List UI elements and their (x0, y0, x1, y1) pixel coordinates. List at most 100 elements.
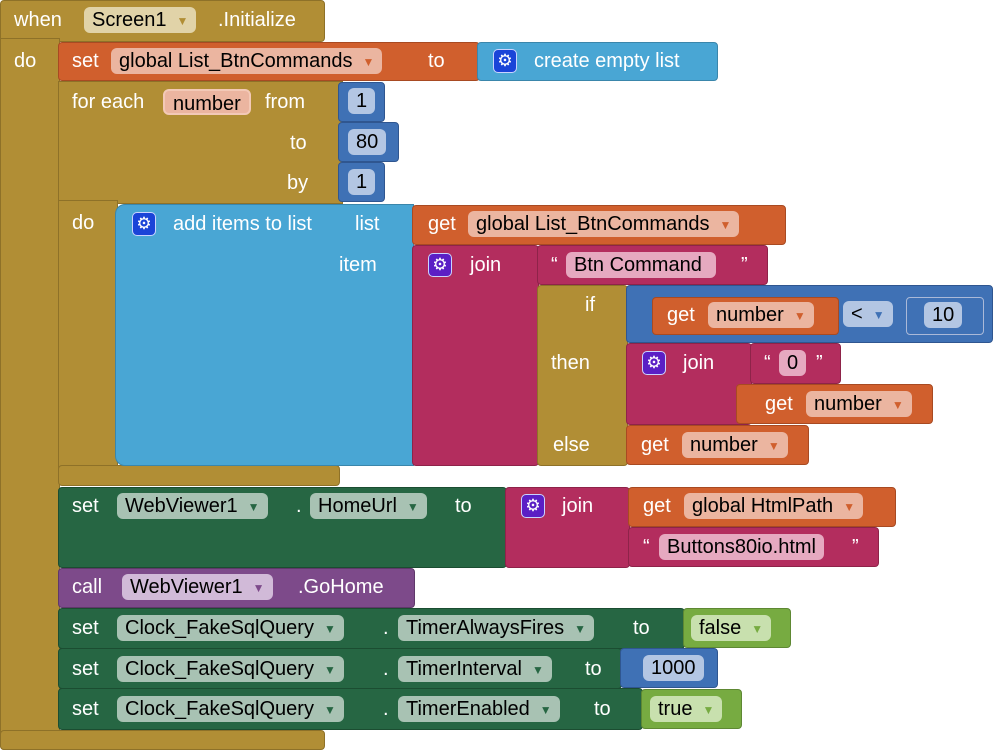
method-label: .GoHome (298, 576, 384, 598)
property-value: TimerAlwaysFires (406, 617, 565, 639)
if-label: if (585, 294, 595, 316)
dropdown-arrow-icon: ▼ (702, 702, 715, 717)
open-quote: “ (643, 536, 650, 558)
variable-dropdown[interactable]: number ▼ (682, 432, 788, 458)
component-value: Clock_FakeSqlQuery (125, 617, 314, 639)
create-empty-list-label: create empty list (534, 50, 680, 72)
component-dropdown[interactable]: Screen1 ▼ (84, 7, 197, 33)
variable-dropdown[interactable]: number ▼ (708, 302, 814, 328)
then-label: then (551, 352, 590, 374)
dot-label: . (383, 617, 389, 639)
for-each-do-strip (58, 200, 118, 470)
set-label: set (72, 658, 99, 680)
text-value[interactable]: Btn Command (566, 252, 716, 278)
text-value[interactable]: Buttons80io.html (659, 534, 824, 560)
operator-dropdown[interactable]: < ▼ (843, 301, 893, 327)
text-value[interactable]: 0 (779, 350, 807, 376)
component-dropdown[interactable]: Clock_FakeSqlQuery ▼ (117, 615, 344, 641)
close-quote: ” (741, 254, 748, 276)
join-block[interactable] (412, 245, 539, 466)
to-value[interactable]: 80 (348, 129, 387, 155)
event-do-strip (0, 38, 60, 750)
set-label: set (72, 698, 99, 720)
compare-value[interactable]: 10 (924, 302, 963, 328)
property-dropdown[interactable]: TimerEnabled ▼ (398, 696, 560, 722)
dropdown-arrow-icon: ▼ (767, 438, 780, 453)
event-block-bottom (0, 730, 325, 750)
variable-value: number (814, 393, 882, 415)
get-label: get (643, 495, 671, 517)
for-each-bottom (58, 465, 340, 486)
property-dropdown[interactable]: HomeUrl ▼ (310, 493, 427, 519)
property-dropdown[interactable]: TimerInterval ▼ (398, 656, 552, 682)
gear-icon[interactable]: ⚙ (428, 253, 452, 277)
dropdown-arrow-icon: ▼ (531, 662, 544, 677)
close-quote: ” (816, 352, 823, 374)
variable-value: global HtmlPath (692, 495, 834, 517)
set-label: set (72, 50, 99, 72)
property-value: TimerEnabled (406, 698, 530, 720)
to-label: to (585, 658, 602, 680)
component-dropdown[interactable]: Clock_FakeSqlQuery ▼ (117, 656, 344, 682)
variable-dropdown[interactable]: global HtmlPath ▼ (684, 493, 864, 519)
property-value: HomeUrl (318, 495, 397, 517)
component-dropdown[interactable]: WebViewer1 ▼ (117, 493, 268, 519)
from-value[interactable]: 1 (348, 88, 376, 114)
loop-variable-value: number (173, 93, 241, 115)
component-dropdown[interactable]: Clock_FakeSqlQuery ▼ (117, 696, 344, 722)
when-label: when (14, 9, 62, 31)
boolean-value: false (699, 617, 742, 639)
dropdown-arrow-icon: ▼ (574, 621, 587, 636)
dropdown-arrow-icon: ▼ (719, 217, 732, 232)
variable-value: number (690, 434, 758, 456)
gear-icon[interactable]: ⚙ (642, 351, 666, 375)
interval-value[interactable]: 1000 (643, 655, 704, 681)
to-label: to (290, 132, 307, 154)
variable-dropdown[interactable]: number ▼ (806, 391, 912, 417)
from-label: from (265, 91, 305, 113)
component-dropdown[interactable]: WebViewer1 ▼ (122, 574, 273, 600)
gear-icon[interactable]: ⚙ (132, 212, 156, 236)
boolean-dropdown[interactable]: true ▼ (650, 696, 723, 722)
loop-variable-field[interactable]: number (163, 89, 251, 115)
variable-value: global List_BtnCommands (476, 213, 710, 235)
variable-value: global List_BtnCommands (119, 50, 353, 72)
gear-icon[interactable]: ⚙ (493, 49, 517, 73)
add-items-label: add items to list (173, 213, 312, 235)
by-label: by (287, 172, 309, 194)
to-label: to (455, 495, 472, 517)
component-value: WebViewer1 (130, 576, 243, 598)
for-each-label: for each (72, 91, 145, 113)
do-label: do (72, 212, 95, 234)
dot-label: . (296, 495, 302, 517)
add-items-to-list-block[interactable] (115, 204, 414, 466)
to-label: to (633, 617, 650, 639)
open-quote: “ (551, 254, 558, 276)
dropdown-arrow-icon: ▼ (323, 702, 336, 717)
event-name: .Initialize (218, 9, 296, 31)
call-label: call (72, 576, 103, 598)
dropdown-arrow-icon: ▼ (539, 702, 552, 717)
do-label: do (14, 50, 37, 72)
gear-icon[interactable]: ⚙ (521, 494, 545, 518)
dropdown-arrow-icon: ▼ (793, 308, 806, 323)
component-value: Clock_FakeSqlQuery (125, 658, 314, 680)
variable-value: number (716, 304, 784, 326)
dot-label: . (383, 698, 389, 720)
join-label: join (562, 495, 594, 517)
to-label: to (594, 698, 611, 720)
variable-dropdown[interactable]: global List_BtnCommands ▼ (468, 211, 740, 237)
boolean-dropdown[interactable]: false ▼ (691, 615, 772, 641)
get-label: get (641, 434, 669, 456)
dropdown-arrow-icon: ▼ (891, 397, 904, 412)
else-label: else (553, 434, 590, 456)
dot-label: . (383, 658, 389, 680)
by-value[interactable]: 1 (348, 169, 376, 195)
property-dropdown[interactable]: TimerAlwaysFires ▼ (398, 615, 595, 641)
join-label: join (470, 254, 502, 276)
close-quote: ” (852, 536, 859, 558)
get-label: get (765, 393, 793, 415)
variable-dropdown[interactable]: global List_BtnCommands ▼ (111, 48, 383, 74)
dropdown-arrow-icon: ▼ (252, 580, 265, 595)
list-label: list (355, 213, 380, 235)
